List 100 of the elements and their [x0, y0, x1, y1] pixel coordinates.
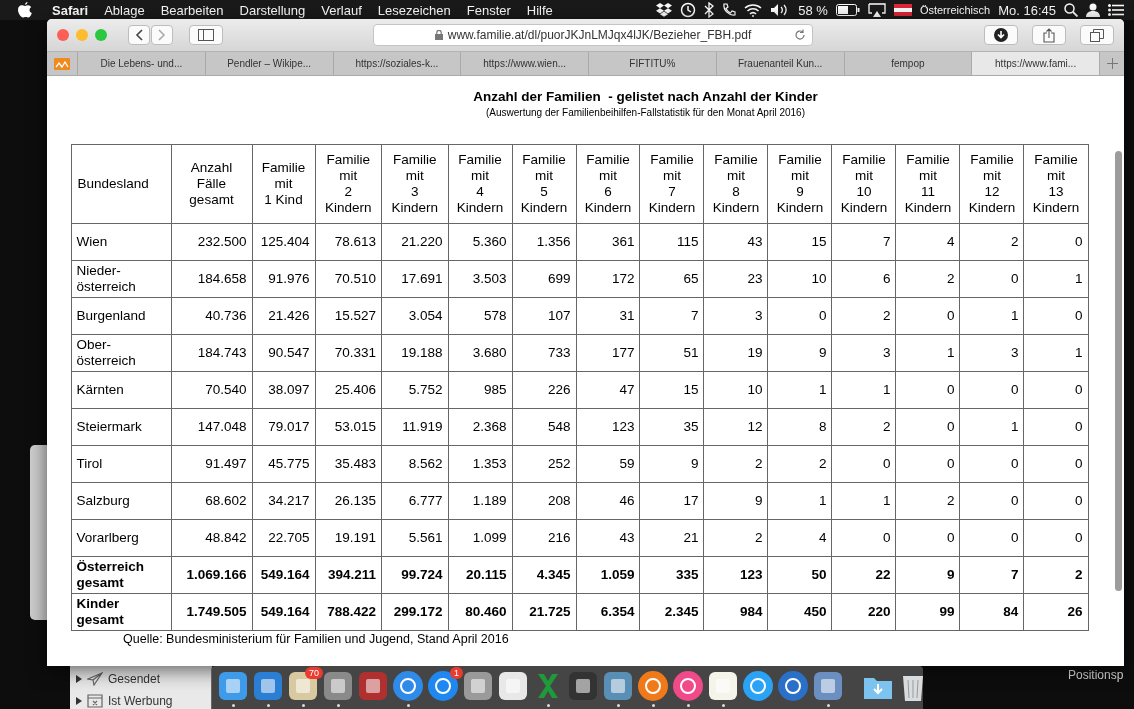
phone-icon[interactable]: [722, 3, 737, 17]
table-cell: 68.602: [171, 482, 252, 520]
table-cell: 1.356: [512, 223, 576, 261]
row-header: Kärnten: [71, 371, 171, 409]
menu-item[interactable]: Fenster: [462, 2, 515, 18]
table-cell: 177: [576, 334, 640, 372]
flag-icon[interactable]: [893, 4, 912, 16]
table-cell: 123: [576, 408, 640, 446]
table-cell: 31: [576, 297, 640, 335]
table-cell: 0: [1023, 519, 1088, 557]
table-cell: 5.561: [381, 519, 449, 557]
browser-tab[interactable]: Pendler – Wikipe...: [205, 52, 334, 75]
disclosure-triangle-icon[interactable]: [76, 697, 82, 705]
search-icon[interactable]: [1064, 3, 1078, 17]
table-cell: 2: [703, 519, 768, 557]
browser-tab[interactable]: Die Lebens- und...: [78, 52, 206, 75]
table-cell: 3: [831, 334, 896, 372]
table-cell: 8: [767, 408, 832, 446]
row-header: Österreich gesamt: [71, 556, 171, 594]
row-header: Salzburg: [71, 482, 171, 520]
table-cell: 1: [959, 297, 1024, 335]
table-cell: 0: [895, 445, 960, 483]
table-cell: 3.054: [381, 297, 449, 335]
table-cell: 2: [831, 297, 896, 335]
column-header: Familie mit 1 Kind: [252, 144, 315, 224]
wifi-icon[interactable]: [744, 3, 763, 17]
table-cell: 26: [1023, 593, 1088, 631]
clock[interactable]: Mo. 16:45: [998, 2, 1056, 18]
table-cell: 2: [959, 223, 1024, 261]
table-cell: 19: [703, 334, 768, 372]
disclosure-triangle-icon[interactable]: [76, 675, 82, 683]
table-cell: 21: [640, 519, 704, 557]
logo-icon[interactable]: [18, 2, 32, 18]
back-button[interactable]: [128, 25, 150, 45]
table-cell: 7: [831, 223, 896, 261]
clock-icon[interactable]: [680, 2, 697, 18]
table-cell: 985: [448, 371, 512, 409]
table-cell: 79.017: [252, 408, 315, 446]
menu-item[interactable]: Lesezeichen: [373, 2, 455, 18]
table-cell: 299.172: [381, 593, 449, 631]
browser-tab[interactable]: https://www.wien...: [461, 52, 589, 75]
row-header: Ober- österreich: [71, 334, 171, 372]
screen-mirroring-icon[interactable]: [867, 3, 886, 17]
downloads-button[interactable]: [984, 25, 1018, 45]
menu-item[interactable]: Verlauf: [317, 2, 366, 18]
browser-tab[interactable]: Frauenanteil Kun...: [716, 52, 845, 75]
table-cell: 1: [767, 371, 832, 409]
table-cell: 19.191: [315, 519, 382, 557]
browser-tab[interactable]: FIFTITU%: [589, 52, 717, 75]
menu-item[interactable]: Darstellung: [235, 2, 310, 18]
table-cell: 50: [767, 556, 832, 594]
column-header: Familie mit 11 Kindern: [895, 144, 960, 224]
table-cell: 70.510: [315, 260, 382, 298]
table-cell: 6.354: [576, 593, 640, 631]
battery-icon[interactable]: [835, 4, 860, 16]
table-cell: 548: [512, 408, 576, 446]
menu-item[interactable]: Safari: [48, 2, 93, 18]
browser-tab[interactable]: https://soziales-k...: [333, 52, 462, 75]
table-cell: 172: [576, 260, 640, 298]
mail-folder[interactable]: Gesendet: [108, 672, 161, 686]
download-icon: [994, 28, 1008, 42]
table-cell: 9: [703, 482, 768, 520]
table-cell: 1.099: [448, 519, 512, 557]
table-cell: 7: [640, 297, 704, 335]
sidebar-button[interactable]: [189, 25, 223, 45]
bluetooth-icon[interactable]: [704, 2, 715, 18]
menu-item[interactable]: Hilfe: [522, 2, 557, 18]
table-cell: 22: [831, 556, 896, 594]
tabs-overview-button[interactable]: [1080, 25, 1114, 45]
document-title: Anzahl der Familien - gelistet nach Anzahl der Kinder: [473, 89, 818, 104]
table-cell: 21.725: [512, 593, 576, 631]
table-cell: 2: [895, 482, 960, 520]
reload-icon[interactable]: [794, 29, 806, 41]
table-cell: 2: [831, 408, 896, 446]
table-cell: 2: [703, 445, 768, 483]
column-header: Familie mit 3 Kindern: [381, 144, 449, 224]
scrollbar-thumb[interactable]: [1114, 151, 1122, 591]
menu-item[interactable]: Ablage: [100, 2, 149, 18]
address-field[interactable]: www.familie.at/dl/puorJKJnLMJqx4lJK/Bezieher_FBH.pdf: [373, 24, 813, 46]
table-cell: 51: [640, 334, 704, 372]
table-cell: 0: [1023, 297, 1088, 335]
browser-tab[interactable]: https://www.fami...: [972, 52, 1100, 75]
mail-folder[interactable]: Ist Werbung: [108, 694, 173, 708]
box-icon[interactable]: [656, 3, 673, 17]
row-header: Nieder- österreich: [71, 260, 171, 298]
table-cell: 2: [895, 260, 960, 298]
menu-item[interactable]: Bearbeiten: [156, 2, 228, 18]
table-cell: 12: [703, 408, 768, 446]
input-source[interactable]: Österreichisch: [919, 4, 991, 16]
list-icon[interactable]: [1108, 4, 1124, 16]
table-cell: 2: [1023, 556, 1088, 594]
table-cell: 10: [767, 260, 832, 298]
table-cell: 0: [959, 519, 1024, 557]
table-cell: 788.422: [315, 593, 382, 631]
user-icon[interactable]: [1086, 3, 1100, 17]
table-cell: 2.345: [640, 593, 704, 631]
share-button[interactable]: [1032, 25, 1066, 45]
column-header: Familie mit 4 Kindern: [448, 144, 512, 224]
table-cell: 0: [959, 482, 1024, 520]
table-cell: 0: [1023, 371, 1088, 409]
